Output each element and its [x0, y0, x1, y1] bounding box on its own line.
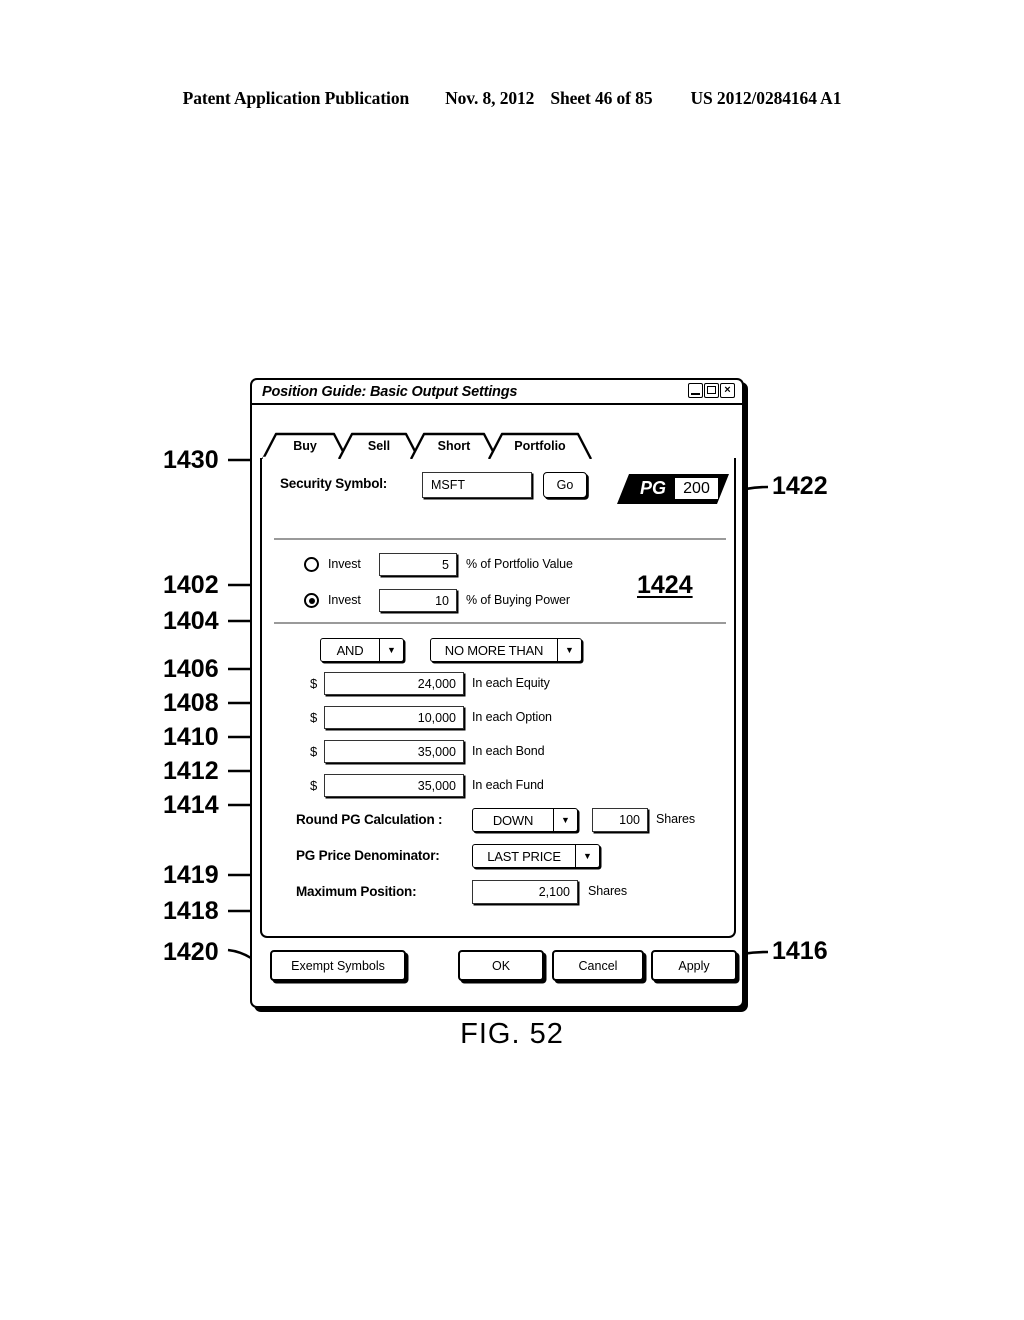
amount-option-input[interactable]: 10,000 [324, 706, 464, 729]
ok-button[interactable]: OK [458, 950, 544, 981]
logic-operator-dropdown[interactable]: AND ▼ [320, 638, 404, 662]
window-controls: × [688, 383, 735, 398]
ref-1418: 1418 [163, 897, 219, 925]
currency-symbol-option: $ [310, 710, 318, 725]
header-sheet: Sheet 46 of 85 [550, 88, 653, 108]
amount-equity-input[interactable]: 24,000 [324, 672, 464, 695]
invest-label-1: Invest [328, 557, 361, 571]
ref-1412: 1412 [163, 757, 219, 785]
chevron-down-icon: ▼ [379, 639, 403, 661]
invest-suffix-2: % of Buying Power [466, 593, 570, 607]
dialog-title: Position Guide: Basic Output Settings [262, 383, 518, 400]
settings-panel: Security Symbol: MSFT Go PG 200 Invest 5 [260, 458, 736, 938]
invest-label-2: Invest [328, 593, 361, 607]
header-patent-number: US 2012/0284164 A1 [690, 88, 842, 108]
invest-suffix-1: % of Portfolio Value [466, 557, 573, 571]
maximize-icon[interactable] [704, 383, 719, 398]
tab-portfolio[interactable]: Portfolio [488, 432, 592, 459]
pg-price-denominator-dropdown[interactable]: LAST PRICE ▼ [472, 844, 600, 868]
chevron-down-icon: ▼ [557, 639, 581, 661]
amount-bond-input[interactable]: 35,000 [324, 740, 464, 763]
round-direction-value: DOWN [492, 812, 534, 828]
chevron-down-icon: ▼ [575, 845, 599, 867]
round-direction-dropdown[interactable]: DOWN ▼ [472, 808, 578, 832]
ref-1430: 1430 [163, 446, 219, 474]
maximum-position-label: Maximum Position: [296, 884, 417, 899]
invest-percent-buying-power-input[interactable]: 10 [379, 589, 457, 612]
invest-percent-portfolio-input[interactable]: 5 [379, 553, 457, 576]
close-icon[interactable]: × [720, 383, 735, 398]
figure-caption: FIG. 52 [460, 1018, 564, 1050]
pg-badge-value: 200 [675, 478, 718, 499]
ref-1410: 1410 [163, 723, 219, 751]
security-symbol-label: Security Symbol: [280, 476, 388, 491]
tab-short[interactable]: Short [410, 432, 498, 459]
tab-buy[interactable]: Buy [262, 432, 348, 459]
comparator-dropdown[interactable]: NO MORE THAN ▼ [430, 638, 582, 662]
tab-sell-label: Sell [367, 438, 391, 453]
ref-1424: 1424 [637, 571, 693, 599]
go-button[interactable]: Go [543, 472, 587, 498]
dialog-button-row: Exempt Symbols OK Cancel Apply [260, 950, 740, 984]
pg-badge: PG 200 [617, 474, 729, 504]
round-shares-unit: Shares [656, 812, 696, 826]
patent-figure-page: Patent Application Publication Nov. 8, 2… [0, 0, 1024, 1320]
security-symbol-input[interactable]: MSFT [422, 472, 532, 498]
tab-bar: Buy Sell Short Portfolio [262, 432, 592, 459]
currency-symbol-fund: $ [310, 778, 318, 793]
tab-buy-label: Buy [293, 438, 317, 453]
amount-suffix-bond: In each Bond [472, 744, 545, 758]
logic-operator-value: AND [336, 642, 364, 658]
position-guide-dialog: Position Guide: Basic Output Settings × … [250, 378, 744, 1008]
maximum-position-unit: Shares [588, 884, 628, 898]
pg-price-denominator-label: PG Price Denominator: [296, 848, 440, 863]
ref-1408: 1408 [163, 689, 219, 717]
ref-1419: 1419 [163, 861, 219, 889]
currency-symbol-equity: $ [310, 676, 318, 691]
amount-fund-input[interactable]: 35,000 [324, 774, 464, 797]
ref-1404: 1404 [163, 607, 219, 635]
dialog-titlebar: Position Guide: Basic Output Settings × [252, 380, 742, 405]
radio-invest-portfolio-value[interactable] [304, 557, 319, 572]
amount-suffix-fund: In each Fund [472, 778, 544, 792]
header-publication: Patent Application Publication [182, 88, 410, 108]
pg-price-denominator-value: LAST PRICE [487, 848, 561, 864]
ref-1416: 1416 [772, 937, 828, 965]
separator-1 [274, 538, 726, 540]
tab-short-label: Short [437, 438, 471, 453]
patent-header: Patent Application Publication Nov. 8, 2… [0, 88, 1024, 109]
apply-button[interactable]: Apply [651, 950, 737, 981]
round-shares-input[interactable]: 100 [592, 808, 648, 832]
amount-suffix-option: In each Option [472, 710, 552, 724]
separator-2 [274, 622, 726, 624]
tab-portfolio-label: Portfolio [514, 438, 566, 453]
amount-suffix-equity: In each Equity [472, 676, 550, 690]
cancel-button[interactable]: Cancel [552, 950, 644, 981]
ref-1402: 1402 [163, 571, 219, 599]
minimize-icon[interactable] [688, 383, 703, 398]
radio-invest-buying-power[interactable] [304, 593, 319, 608]
ref-1406: 1406 [163, 655, 219, 683]
comparator-value: NO MORE THAN [444, 642, 544, 658]
ref-1414: 1414 [163, 791, 219, 819]
ref-1420: 1420 [163, 938, 219, 966]
exempt-symbols-button[interactable]: Exempt Symbols [270, 950, 406, 981]
tab-sell[interactable]: Sell [338, 432, 420, 459]
round-pg-label: Round PG Calculation : [296, 812, 443, 827]
header-date: Nov. 8, 2012 [445, 88, 535, 108]
ref-1422: 1422 [772, 472, 828, 500]
currency-symbol-bond: $ [310, 744, 318, 759]
pg-badge-prefix: PG [640, 478, 667, 498]
chevron-down-icon: ▼ [553, 809, 577, 831]
maximum-position-input[interactable]: 2,100 [472, 880, 578, 904]
